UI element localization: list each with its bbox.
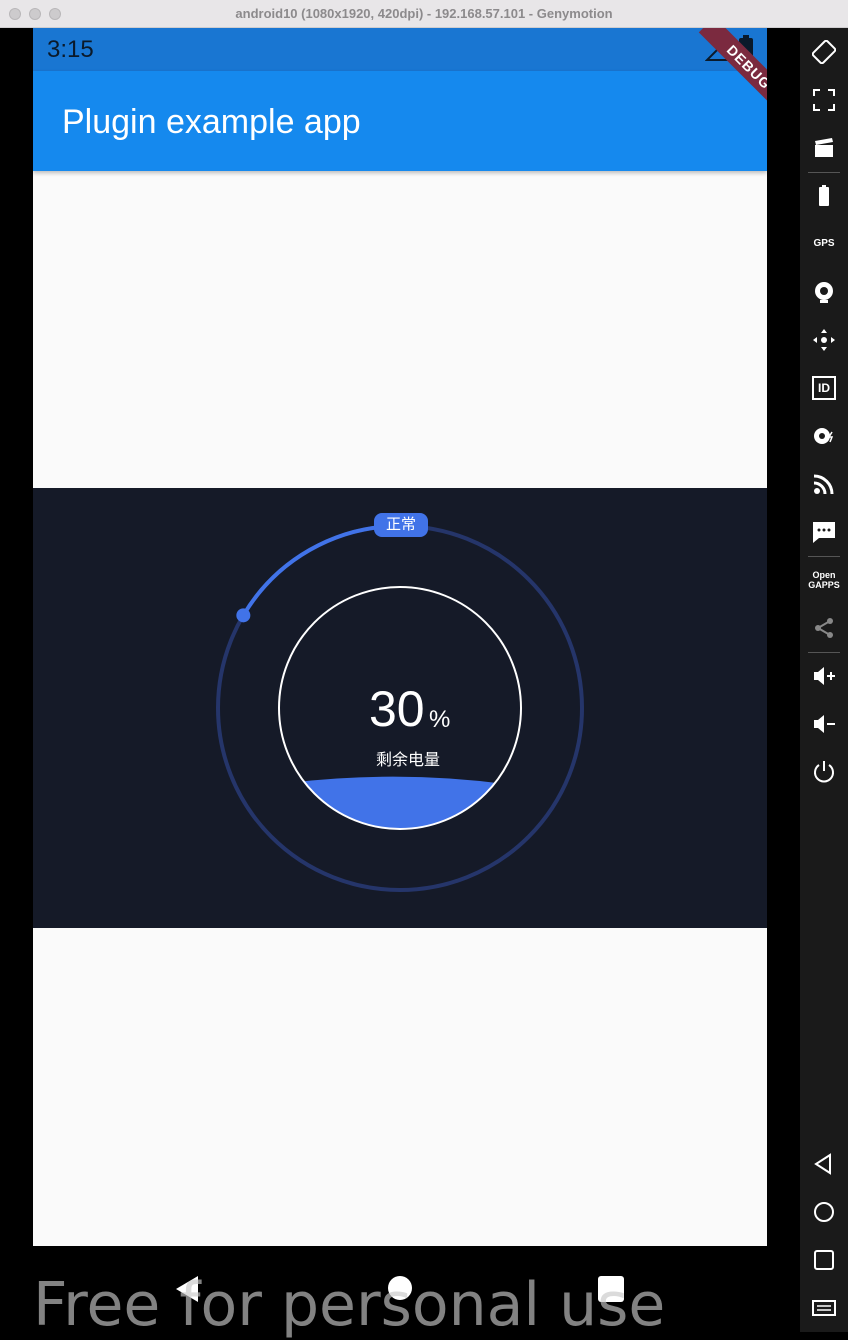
fullscreen-icon[interactable]	[810, 86, 838, 114]
battery-percent-value: 30	[369, 681, 425, 737]
battery-icon[interactable]	[810, 182, 838, 210]
window-title: android10 (1080x1920, 420dpi) - 192.168.…	[235, 6, 613, 21]
opengapps-icon[interactable]: Open GAPPS	[808, 566, 840, 594]
sms-icon[interactable]	[810, 518, 838, 546]
gps-label: GPS	[813, 238, 835, 249]
opengapps-label: Open GAPPS	[808, 570, 840, 590]
device-id-icon[interactable]: ID	[810, 374, 838, 402]
home-icon[interactable]	[810, 1198, 838, 1226]
device-id-label: ID	[812, 376, 836, 400]
debug-banner-label: DEBUG	[698, 28, 767, 118]
toolbar-divider	[808, 172, 840, 173]
app-bar: Plugin example app	[33, 71, 767, 171]
toolbar-divider	[808, 556, 840, 557]
state-badge: 正常	[374, 513, 428, 537]
capture-icon[interactable]	[810, 134, 838, 162]
webcam-icon[interactable]	[810, 278, 838, 306]
rotate-icon[interactable]	[810, 38, 838, 66]
gps-icon[interactable]: GPS	[810, 230, 838, 258]
remaining-battery-label: 剩余电量	[375, 752, 440, 769]
genymotion-toolbar: GPS ID Open GAPPS	[800, 28, 848, 1332]
window-titlebar: android10 (1080x1920, 420dpi) - 192.168.…	[0, 0, 848, 28]
status-bar: 3:15	[33, 28, 767, 71]
battery-panel: 正常 30 % 剩余电量	[33, 488, 767, 928]
battery-percent-sign: %	[429, 706, 451, 733]
power-icon[interactable]	[810, 758, 838, 786]
disk-io-icon[interactable]	[810, 422, 838, 450]
recents-icon[interactable]	[810, 1246, 838, 1274]
toolbar-divider	[808, 652, 840, 653]
gauge-progress-knob	[236, 608, 251, 623]
debug-banner: DEBUG	[671, 28, 767, 124]
gauge-progress-arc	[241, 524, 401, 617]
volume-up-icon[interactable]	[810, 662, 838, 690]
app-title: Plugin example app	[62, 103, 361, 141]
navigation-icon[interactable]	[810, 326, 838, 354]
share-icon[interactable]	[810, 614, 838, 642]
battery-level-fill	[279, 776, 521, 829]
watermark: Free for personal use	[33, 1270, 666, 1340]
menu-icon[interactable]	[810, 1294, 838, 1322]
volume-down-icon[interactable]	[810, 710, 838, 738]
status-time: 3:15	[47, 36, 94, 63]
device-screen: 3:15 Plugin example app DEBUG 正常 30 % 剩余…	[33, 28, 767, 1246]
back-icon[interactable]	[810, 1150, 838, 1178]
cast-icon[interactable]	[810, 470, 838, 498]
